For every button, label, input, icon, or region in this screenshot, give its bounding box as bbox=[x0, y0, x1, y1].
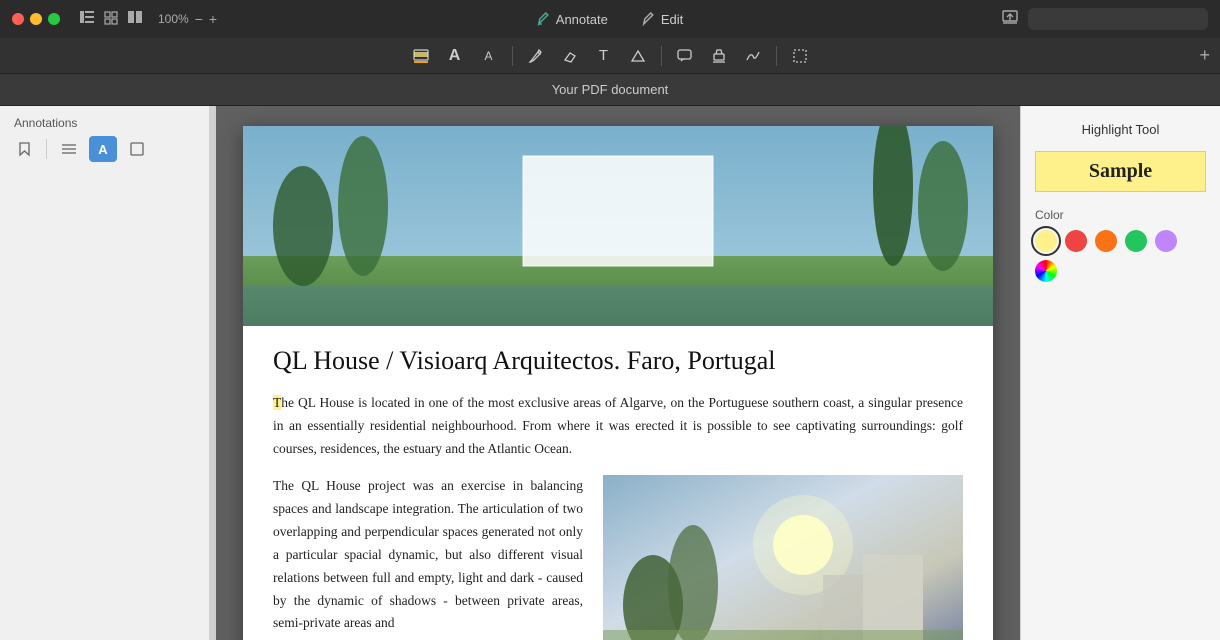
color-swatch-orange[interactable] bbox=[1095, 230, 1117, 252]
color-swatch-green[interactable] bbox=[1125, 230, 1147, 252]
upload-icon[interactable] bbox=[1002, 10, 1018, 29]
text-large-tool[interactable]: A bbox=[440, 42, 470, 70]
search-input[interactable] bbox=[1028, 8, 1208, 30]
pdf-two-column: The QL House project was an exercise in … bbox=[273, 475, 963, 640]
titlebar: 100% − + Annotate Edit bbox=[0, 0, 1220, 38]
color-swatch-rainbow[interactable] bbox=[1035, 260, 1057, 282]
list-tab[interactable] bbox=[55, 136, 83, 162]
add-page-button[interactable]: + bbox=[1199, 45, 1210, 66]
toolbar: A A T + bbox=[0, 38, 1220, 74]
highlight-text-tool[interactable] bbox=[406, 42, 436, 70]
zoom-level[interactable]: 100% bbox=[158, 12, 189, 26]
highlighted-word: T bbox=[273, 395, 281, 410]
bookmark-tab[interactable] bbox=[10, 136, 38, 162]
color-swatches bbox=[1035, 230, 1206, 282]
search-wrapper bbox=[1028, 8, 1208, 30]
columns-icon[interactable] bbox=[128, 11, 142, 28]
doc-title: Your PDF document bbox=[552, 82, 669, 97]
annotate-button[interactable]: Annotate bbox=[529, 9, 616, 30]
titlebar-center: Annotate Edit bbox=[529, 9, 691, 30]
signature-tool[interactable] bbox=[738, 42, 768, 70]
right-sidebar: Highlight Tool Sample Color bbox=[1020, 106, 1220, 640]
note-tab[interactable] bbox=[123, 136, 151, 162]
main-layout: Annotations A bbox=[0, 106, 1220, 640]
tab-divider bbox=[46, 139, 47, 159]
shape-tool[interactable] bbox=[623, 42, 653, 70]
pencil-tool[interactable] bbox=[521, 42, 551, 70]
grid-icon[interactable] bbox=[104, 11, 118, 28]
highlight-tab[interactable]: A bbox=[89, 136, 117, 162]
pdf-hero-image bbox=[243, 126, 993, 326]
traffic-lights bbox=[12, 13, 60, 25]
pdf-area[interactable]: QL House / Visioarq Arquitectos. Faro, P… bbox=[216, 106, 1020, 640]
pdf-col-right-image bbox=[603, 475, 963, 640]
pdf-col-left-text: The QL House project was an exercise in … bbox=[273, 475, 583, 640]
text-small-tool[interactable]: A bbox=[474, 42, 504, 70]
pdf-title: QL House / Visioarq Arquitectos. Faro, P… bbox=[273, 346, 963, 376]
pdf-page: QL House / Visioarq Arquitectos. Faro, P… bbox=[243, 126, 993, 640]
minimize-button[interactable] bbox=[30, 13, 42, 25]
text-tool[interactable]: T bbox=[589, 42, 619, 70]
pdf-paragraph1: The QL House is located in one of the mo… bbox=[273, 392, 963, 461]
sidebar-toggle-icon[interactable] bbox=[80, 11, 94, 28]
left-sidebar: Annotations A bbox=[0, 106, 210, 640]
sidebar-tabs: A bbox=[0, 136, 209, 170]
selection-tool[interactable] bbox=[785, 42, 815, 70]
close-button[interactable] bbox=[12, 13, 24, 25]
stamp-tool[interactable] bbox=[704, 42, 734, 70]
eraser-tool[interactable] bbox=[555, 42, 585, 70]
color-label: Color bbox=[1035, 208, 1206, 222]
highlight-tool-title: Highlight Tool bbox=[1035, 122, 1206, 137]
doc-titlebar: Your PDF document bbox=[0, 74, 1220, 106]
highlight-sample: Sample bbox=[1035, 151, 1206, 192]
edit-button[interactable]: Edit bbox=[634, 9, 691, 30]
zoom-in-button[interactable]: + bbox=[209, 11, 217, 27]
color-swatch-purple[interactable] bbox=[1155, 230, 1177, 252]
titlebar-right bbox=[1002, 8, 1208, 30]
zoom-out-button[interactable]: − bbox=[195, 11, 203, 27]
pdf-content: QL House / Visioarq Arquitectos. Faro, P… bbox=[243, 326, 993, 640]
titlebar-icons bbox=[80, 11, 142, 28]
comment-tool[interactable] bbox=[670, 42, 700, 70]
maximize-button[interactable] bbox=[48, 13, 60, 25]
color-swatch-yellow[interactable] bbox=[1035, 230, 1057, 252]
color-swatch-red[interactable] bbox=[1065, 230, 1087, 252]
sidebar-header: Annotations bbox=[0, 106, 209, 136]
